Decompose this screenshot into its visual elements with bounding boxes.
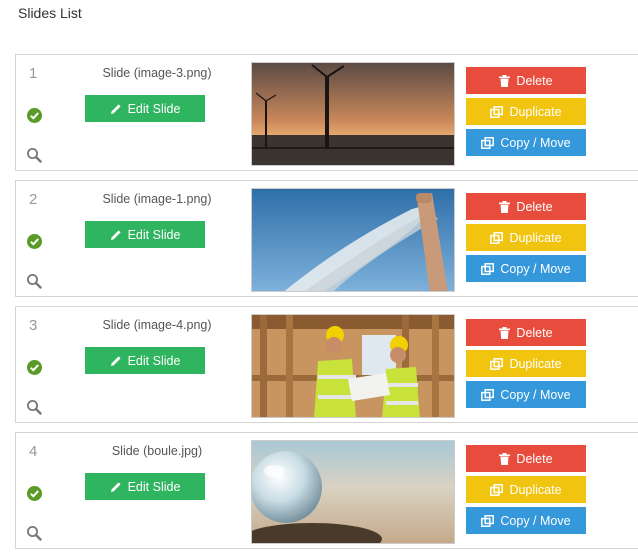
trash-icon — [499, 200, 511, 213]
copy-icon — [490, 231, 504, 244]
copy-move-button[interactable]: Copy / Move — [466, 507, 586, 534]
slide-name: Slide (image-4.png) — [102, 318, 212, 332]
delete-label: Delete — [516, 451, 553, 466]
trash-icon — [499, 452, 511, 465]
magnifier-icon[interactable] — [26, 273, 42, 289]
copy-move-button[interactable]: Copy / Move — [466, 255, 586, 282]
slide-row: 1 Slide (image-3.png) Edit Slide Delete … — [15, 54, 638, 171]
copy-icon — [490, 483, 504, 496]
copy-move-label: Copy / Move — [500, 261, 571, 276]
copy-icon — [481, 136, 495, 149]
slide-thumbnail[interactable] — [251, 440, 455, 544]
magnifier-icon[interactable] — [26, 525, 42, 541]
duplicate-label: Duplicate — [509, 230, 562, 245]
delete-label: Delete — [516, 199, 553, 214]
copy-icon — [481, 388, 495, 401]
duplicate-button[interactable]: Duplicate — [466, 476, 586, 503]
duplicate-label: Duplicate — [509, 482, 562, 497]
copy-move-button[interactable]: Copy / Move — [466, 381, 586, 408]
trash-icon — [499, 326, 511, 339]
slide-number: 1 — [29, 65, 38, 82]
slide-number: 4 — [29, 443, 38, 460]
edit-slide-label: Edit Slide — [127, 479, 181, 494]
slide-thumbnail[interactable] — [251, 188, 455, 292]
edit-slide-button[interactable]: Edit Slide — [85, 221, 205, 248]
trash-icon — [499, 74, 511, 87]
slide-row: 2 Slide (image-1.png) Edit Slide Delete … — [15, 180, 638, 297]
slide-row: 3 Slide (image-4.png) Edit Slide Delete … — [15, 306, 638, 423]
edit-slide-button[interactable]: Edit Slide — [85, 95, 205, 122]
slide-thumbnail[interactable] — [251, 314, 455, 418]
delete-button[interactable]: Delete — [466, 193, 586, 220]
slide-number: 2 — [29, 191, 38, 208]
slide-thumbnail[interactable] — [251, 62, 455, 166]
copy-icon — [490, 357, 504, 370]
slide-number: 3 — [29, 317, 38, 334]
magnifier-icon[interactable] — [26, 147, 42, 163]
copy-move-label: Copy / Move — [500, 135, 571, 150]
pencil-icon — [110, 229, 121, 240]
duplicate-button[interactable]: Duplicate — [466, 224, 586, 251]
duplicate-label: Duplicate — [509, 104, 562, 119]
copy-icon — [481, 262, 495, 275]
edit-slide-button[interactable]: Edit Slide — [85, 473, 205, 500]
check-circle-icon — [27, 234, 42, 249]
delete-button[interactable]: Delete — [466, 67, 586, 94]
edit-slide-label: Edit Slide — [127, 101, 181, 116]
check-circle-icon — [27, 486, 42, 501]
page-title: Slides List — [18, 5, 82, 21]
duplicate-label: Duplicate — [509, 356, 562, 371]
check-circle-icon — [27, 360, 42, 375]
slide-name: Slide (image-1.png) — [102, 192, 212, 206]
delete-button[interactable]: Delete — [466, 445, 586, 472]
delete-label: Delete — [516, 325, 553, 340]
edit-slide-button[interactable]: Edit Slide — [85, 347, 205, 374]
slide-row: 4 Slide (boule.jpg) Edit Slide Delete Du… — [15, 432, 638, 549]
check-circle-icon — [27, 108, 42, 123]
magnifier-icon[interactable] — [26, 399, 42, 415]
delete-label: Delete — [516, 73, 553, 88]
slide-name: Slide (image-3.png) — [102, 66, 212, 80]
copy-move-label: Copy / Move — [500, 387, 571, 402]
delete-button[interactable]: Delete — [466, 319, 586, 346]
pencil-icon — [110, 355, 121, 366]
copy-move-button[interactable]: Copy / Move — [466, 129, 586, 156]
pencil-icon — [110, 481, 121, 492]
duplicate-button[interactable]: Duplicate — [466, 350, 586, 377]
slide-name: Slide (boule.jpg) — [111, 444, 203, 458]
copy-icon — [481, 514, 495, 527]
copy-icon — [490, 105, 504, 118]
pencil-icon — [110, 103, 121, 114]
edit-slide-label: Edit Slide — [127, 353, 181, 368]
duplicate-button[interactable]: Duplicate — [466, 98, 586, 125]
edit-slide-label: Edit Slide — [127, 227, 181, 242]
copy-move-label: Copy / Move — [500, 513, 571, 528]
